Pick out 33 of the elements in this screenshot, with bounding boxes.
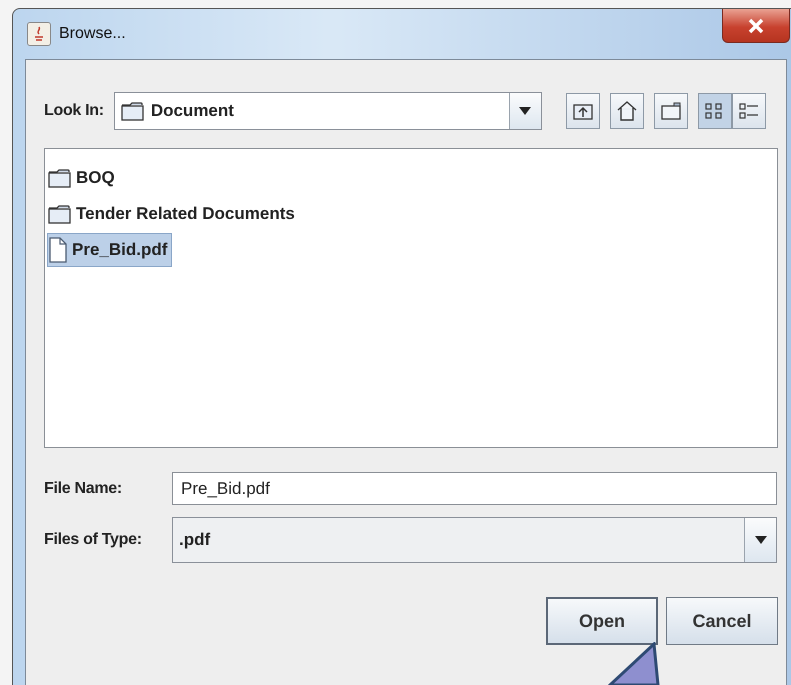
caret-icon [754,536,766,544]
toolbar-button[interactable] [566,93,600,129]
open-button[interactable]: Open [546,597,658,645]
toolbar-button[interactable] [654,93,688,129]
app-icon [27,22,51,46]
file-name-label: File Name: [44,480,123,498]
cancel-button[interactable]: Cancel [666,597,778,645]
folder-icon [48,168,72,188]
toolbar-button[interactable] [610,93,644,129]
folder-icon [660,101,682,121]
toolbar-button[interactable] [732,93,766,129]
details-view-icon [738,101,760,121]
look-in-value: Document [150,101,234,121]
files-of-type-label: Files of Type: [44,531,143,549]
close-icon [748,18,764,34]
file-name-field[interactable]: Pre_Bid.pdf [172,472,777,505]
look-in-dropdown[interactable]: Document [114,92,542,130]
dropdown-button[interactable] [744,518,776,562]
home-icon [616,100,638,122]
file-icon [48,237,68,263]
file-type-dropdown[interactable]: .pdf [172,517,777,563]
dropdown-button[interactable] [508,93,541,129]
file-list-item[interactable]: Pre_Bid.pdf [47,233,172,267]
look-in-label: Look In: [44,102,104,120]
folder-icon [120,101,145,121]
window-title: Browse... [59,25,126,43]
file-type-value: .pdf [178,530,212,550]
folder-icon [48,204,72,224]
close-button[interactable] [722,9,790,43]
caret-icon [519,107,532,115]
toolbar-button[interactable] [698,93,732,129]
file-list-item[interactable]: BOQ [47,161,120,195]
file-list-item[interactable]: Tender Related Documents [47,197,300,231]
